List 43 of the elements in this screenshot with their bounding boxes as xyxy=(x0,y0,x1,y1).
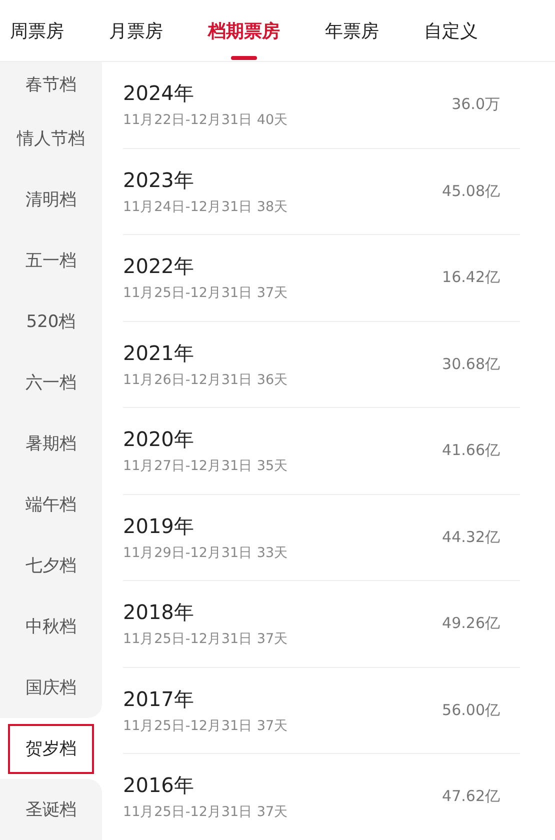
period-label: 11月25日-12月31日 37天 xyxy=(123,630,288,648)
sidebar-item[interactable]: 七夕档 xyxy=(26,554,76,577)
tab[interactable]: 档期票房 xyxy=(208,0,280,61)
tab[interactable]: 年票房 xyxy=(325,0,379,61)
tab[interactable]: 周票房 xyxy=(10,0,64,61)
box-office-value: 45.08亿 xyxy=(442,182,500,201)
year-label: 2022年 xyxy=(123,253,195,280)
year-label: 2020年 xyxy=(123,426,195,454)
sidebar-item[interactable]: 五一档 xyxy=(26,249,76,272)
box-office-value: 44.32亿 xyxy=(442,528,500,547)
period-label: 11月22日-12月31日 40天 xyxy=(123,111,288,130)
year-label: 2018年 xyxy=(123,599,195,626)
box-office-value: 56.00亿 xyxy=(442,700,500,720)
sidebar-item[interactable]: 暑期档 xyxy=(26,432,76,455)
sidebar-item[interactable]: 国庆档 xyxy=(26,676,76,699)
period-label: 11月24日-12月31日 38天 xyxy=(123,198,288,216)
period-label: 11月27日-12月31日 35天 xyxy=(123,457,288,476)
tab[interactable]: 自定义 xyxy=(424,0,478,61)
year-label: 2024年 xyxy=(123,80,195,108)
box-office-value: 47.62亿 xyxy=(442,787,500,806)
year-label: 2019年 xyxy=(123,512,195,540)
year-label: 2021年 xyxy=(123,340,195,367)
year-label: 2017年 xyxy=(123,686,195,713)
sidebar-item[interactable]: 端午档 xyxy=(26,493,76,516)
sidebar-item[interactable]: 中秋档 xyxy=(26,615,76,638)
sidebar-item[interactable]: 六一档 xyxy=(26,371,76,394)
period-label: 11月25日-12月31日 37天 xyxy=(123,284,288,302)
box-office-value: 16.42亿 xyxy=(442,268,500,288)
sidebar-item[interactable]: 圣诞档 xyxy=(26,798,76,821)
box-office-value: 36.0万 xyxy=(452,95,500,114)
tab[interactable]: 月票房 xyxy=(109,0,163,61)
box-office-value: 41.66亿 xyxy=(442,441,500,460)
sidebar-item[interactable]: 清明档 xyxy=(26,188,76,211)
period-label: 11月25日-12月31日 37天 xyxy=(123,716,288,735)
box-office-value: 30.68亿 xyxy=(442,354,500,374)
box-office-value: 49.26亿 xyxy=(442,614,500,634)
period-label: 11月26日-12月31日 36天 xyxy=(123,370,288,389)
year-label: 2016年 xyxy=(123,772,195,800)
year-label: 2023年 xyxy=(123,166,195,194)
sidebar-item[interactable]: 520档 xyxy=(26,310,76,333)
period-label: 11月25日-12月31日 37天 xyxy=(123,803,288,822)
period-label: 11月29日-12月31日 33天 xyxy=(123,544,288,562)
sidebar-item[interactable]: 贺岁档 xyxy=(8,724,94,774)
